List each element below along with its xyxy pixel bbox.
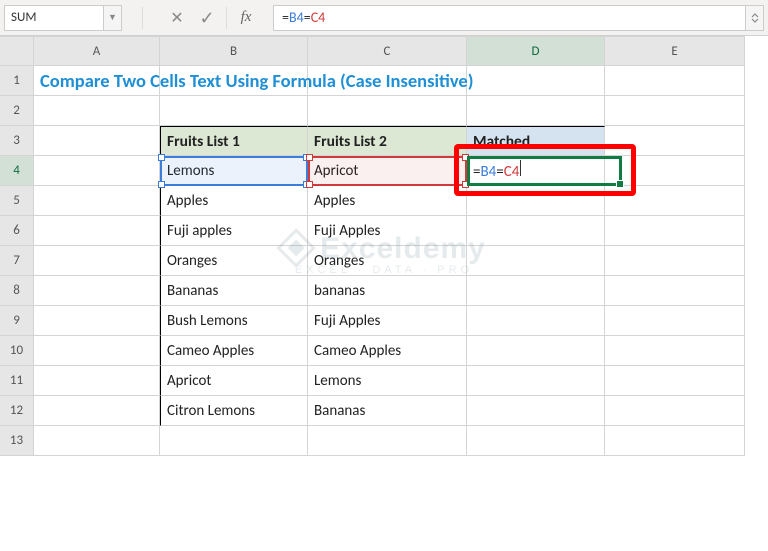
name-box[interactable]: SUM [4,5,104,31]
col-header-E[interactable]: E [605,36,745,66]
cancel-icon[interactable]: ✕ [162,5,192,31]
page-title[interactable]: Compare Two Cells Text Using Formula (Ca… [34,66,160,96]
cell[interactable] [605,366,745,396]
table-cell[interactable]: Bananas [160,276,308,306]
row-header-1[interactable]: 1 [0,66,34,96]
cell[interactable] [605,216,745,246]
cell[interactable] [34,216,160,246]
table-cell[interactable] [467,216,605,246]
col-header-B[interactable]: B [160,36,308,66]
table-header-c1[interactable]: Fruits List 1 [160,126,308,156]
cell[interactable] [467,96,605,126]
table-cell[interactable]: Apples [308,186,467,216]
fx-icon[interactable]: fx [231,5,261,31]
table-cell[interactable]: Bananas [308,396,467,426]
cell[interactable] [308,426,467,456]
table-cell[interactable]: Cameo Apples [308,336,467,366]
table-cell[interactable] [467,306,605,336]
cell[interactable] [605,96,745,126]
table-cell[interactable]: Fuji Apples [308,216,467,246]
cell[interactable] [605,336,745,366]
row-header-5[interactable]: 5 [0,186,34,216]
table-cell[interactable] [467,276,605,306]
expand-icon[interactable] [746,5,764,31]
table-cell[interactable] [467,366,605,396]
col-header-D[interactable]: D [467,36,605,66]
confirm-icon[interactable]: ✓ [192,5,222,31]
table-cell[interactable]: Apricot [308,156,467,186]
formula-input[interactable]: =B4=C4 [273,5,746,31]
cell[interactable] [34,156,160,186]
cell[interactable] [605,156,745,186]
cell[interactable] [34,96,160,126]
spreadsheet-grid[interactable]: A B C D E 1 Compare Two Cells Text Using… [0,36,768,456]
table-cell[interactable]: Lemons [308,366,467,396]
active-cell-D4[interactable]: =B4=C4 [467,156,605,186]
cell[interactable] [34,126,160,156]
col-header-A[interactable]: A [34,36,160,66]
cell[interactable] [467,66,605,96]
row-header-8[interactable]: 8 [0,276,34,306]
table-cell[interactable]: Bush Lemons [160,306,308,336]
cell[interactable] [34,336,160,366]
table-cell[interactable]: Apples [160,186,308,216]
cell[interactable] [605,126,745,156]
cell[interactable] [605,306,745,336]
table-cell[interactable]: Lemons [160,156,308,186]
row-header-11[interactable]: 11 [0,366,34,396]
cell[interactable] [605,426,745,456]
table-cell[interactable]: Fuji apples [160,216,308,246]
cell[interactable] [605,66,745,96]
cell[interactable] [34,396,160,426]
row-header-6[interactable]: 6 [0,216,34,246]
table-cell[interactable]: bananas [308,276,467,306]
table-cell[interactable]: Cameo Apples [160,336,308,366]
table-cell[interactable]: Citron Lemons [160,396,308,426]
row-header-12[interactable]: 12 [0,396,34,426]
cell[interactable] [34,246,160,276]
cell[interactable] [605,276,745,306]
table-cell[interactable]: Apricot [160,366,308,396]
row-header-4[interactable]: 4 [0,156,34,186]
table-cell[interactable] [467,396,605,426]
table-cell[interactable]: Oranges [160,246,308,276]
cell[interactable] [308,96,467,126]
cell-formula-text: =B4=C4 [473,160,521,181]
row-header-3[interactable]: 3 [0,126,34,156]
formula-bar: SUM ▼ ✕ ✓ fx =B4=C4 [0,0,768,36]
cell[interactable] [34,366,160,396]
select-all-corner[interactable] [0,36,34,66]
col-header-C[interactable]: C [308,36,467,66]
table-cell[interactable]: Oranges [308,246,467,276]
table-cell[interactable] [467,246,605,276]
table-header-c2[interactable]: Fruits List 2 [308,126,467,156]
cell[interactable] [605,246,745,276]
table-cell[interactable] [467,336,605,366]
table-cell[interactable]: Fuji Apples [308,306,467,336]
cell[interactable] [605,186,745,216]
cell[interactable] [34,186,160,216]
cell[interactable] [605,396,745,426]
cell[interactable] [34,426,160,456]
row-header-9[interactable]: 9 [0,306,34,336]
row-header-2[interactable]: 2 [0,96,34,126]
table-cell[interactable] [467,186,605,216]
row-header-7[interactable]: 7 [0,246,34,276]
row-header-13[interactable]: 13 [0,426,34,456]
name-box-dropdown[interactable]: ▼ [104,5,122,31]
cell[interactable] [34,306,160,336]
cell[interactable] [160,426,308,456]
formula-text: =B4=C4 [282,9,325,26]
cell[interactable] [34,276,160,306]
table-header-c3[interactable]: Matched [467,126,605,156]
cell[interactable] [160,96,308,126]
cell[interactable] [467,426,605,456]
row-header-10[interactable]: 10 [0,336,34,366]
